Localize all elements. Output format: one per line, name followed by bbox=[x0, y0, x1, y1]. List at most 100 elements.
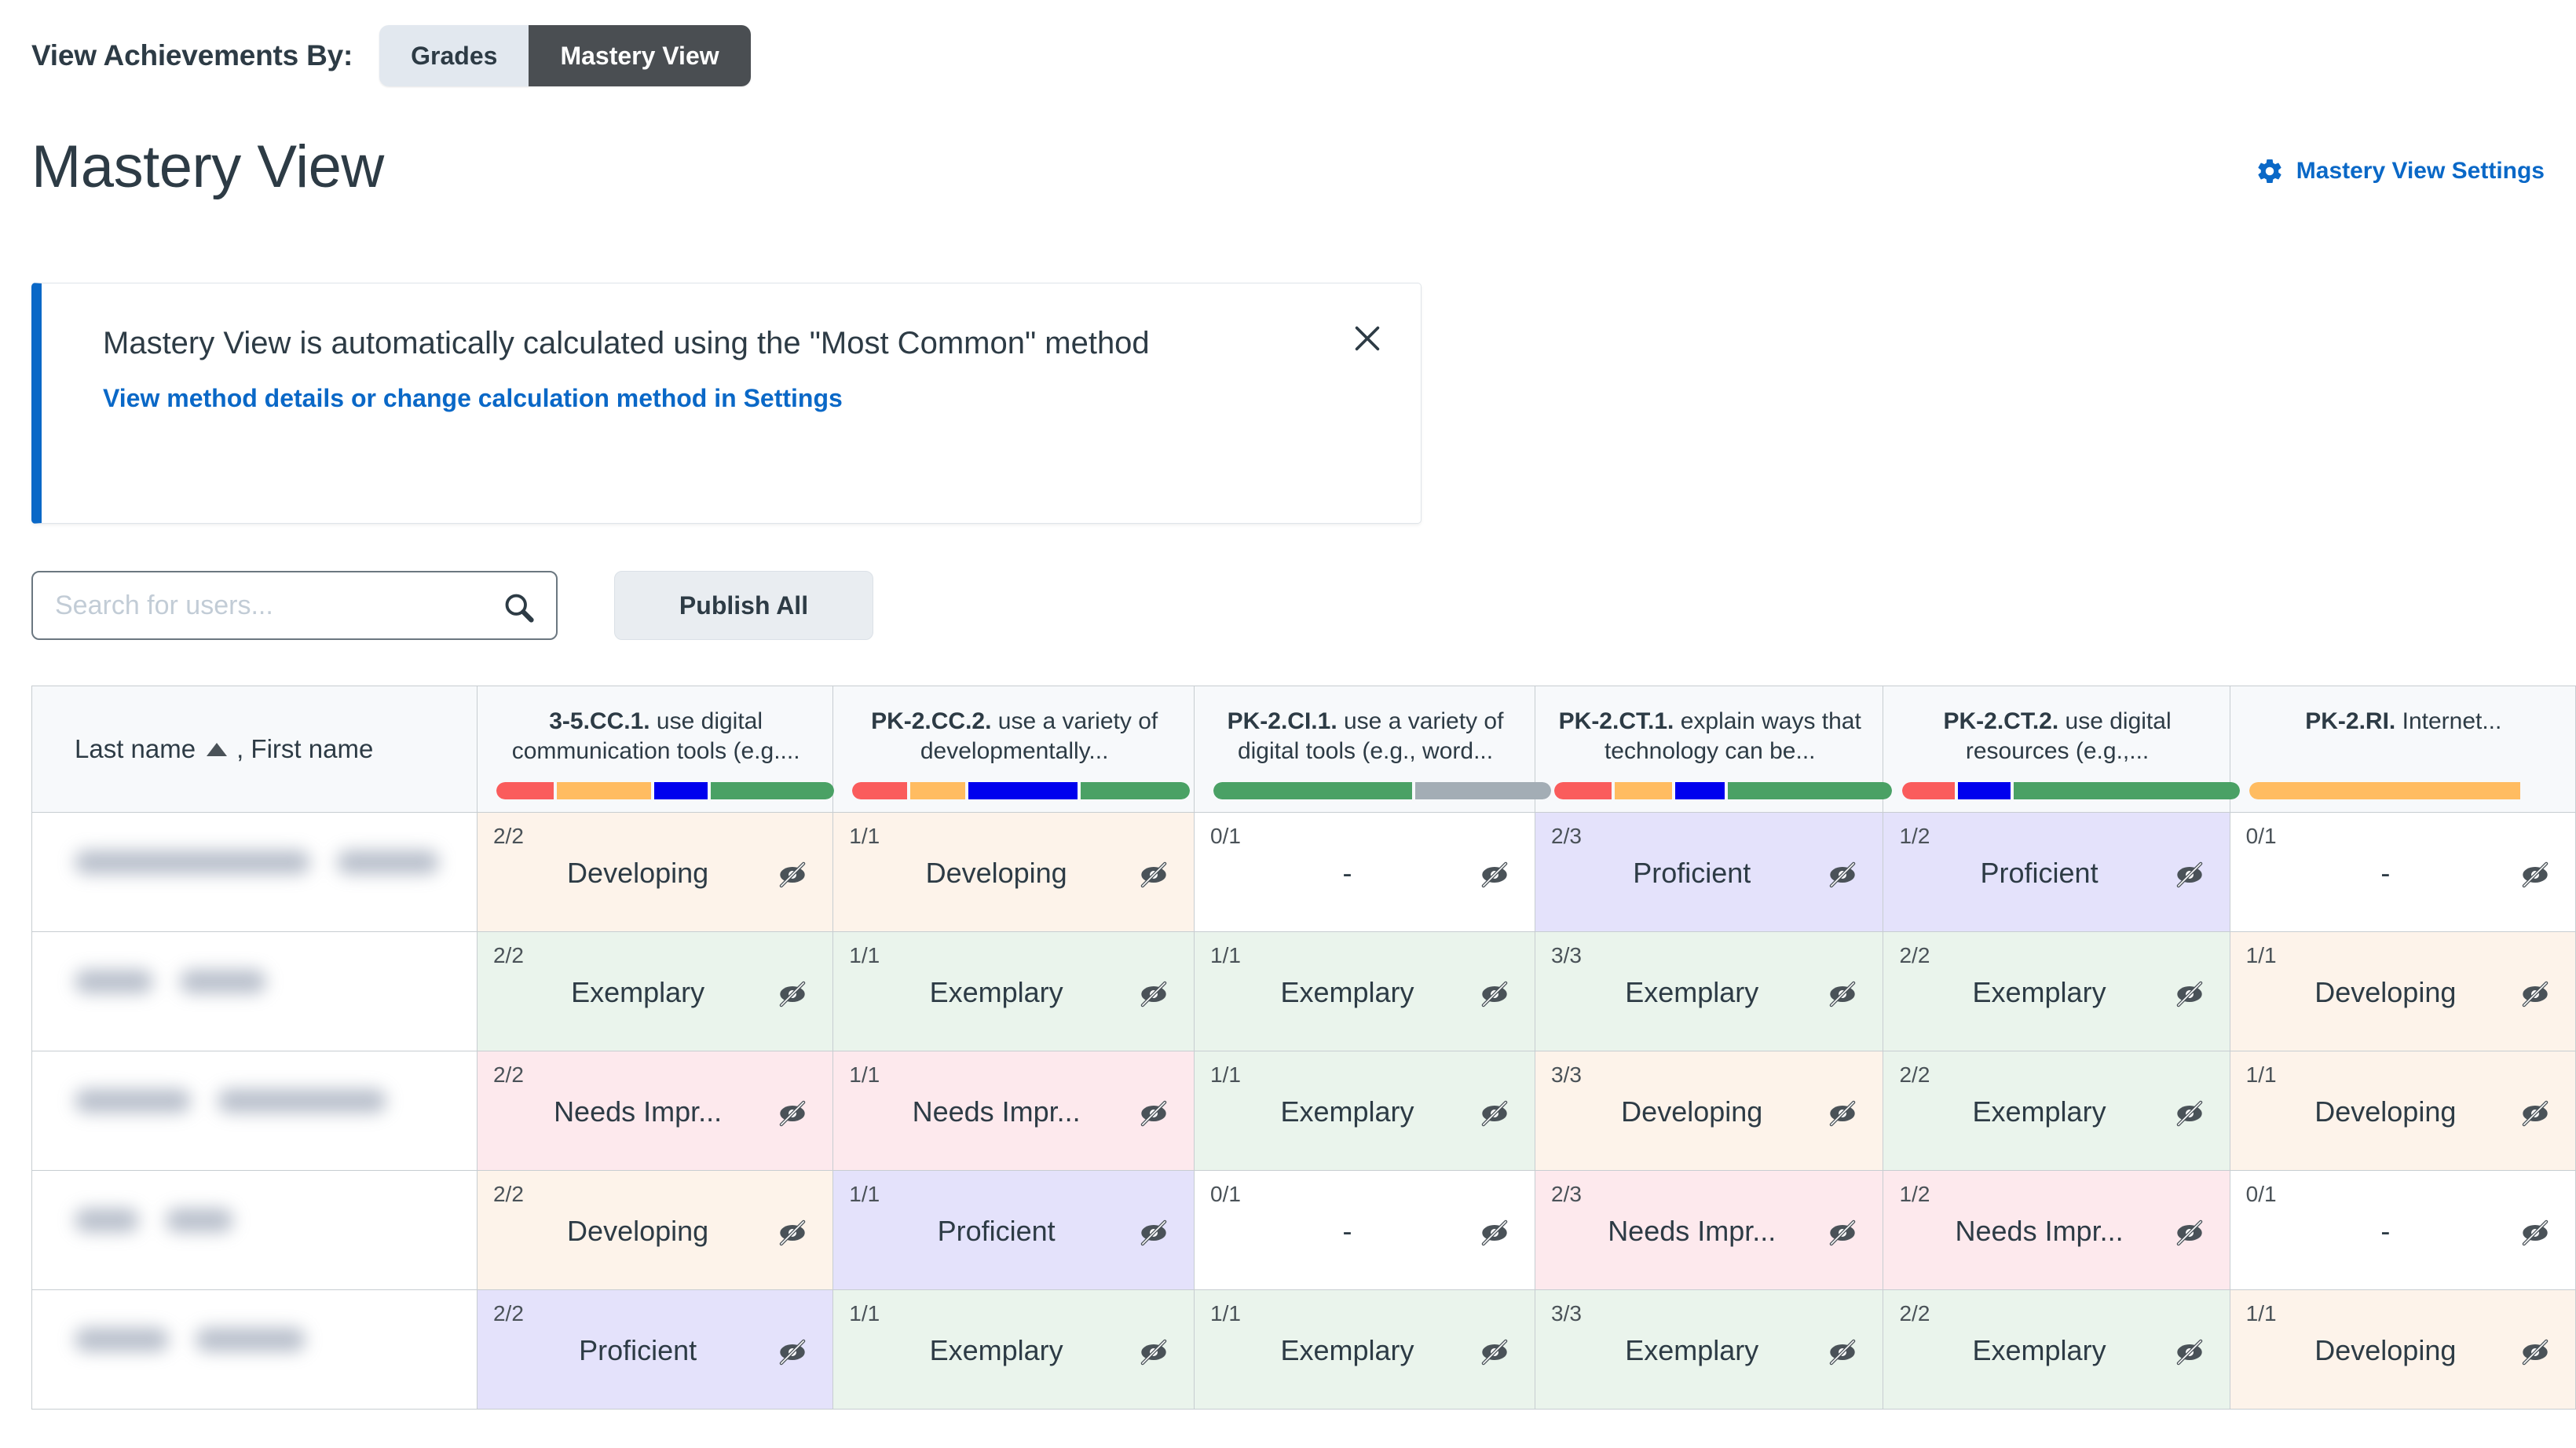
mastery-cell[interactable]: 1/1 Exemplary bbox=[832, 931, 1195, 1051]
eye-off-icon[interactable] bbox=[2172, 976, 2208, 1012]
search-users-box[interactable] bbox=[31, 571, 558, 640]
table-row[interactable]: 2/2 Exemplary 1/1 Exemplary 1/1 Exemplary 3… bbox=[32, 931, 2576, 1051]
search-input[interactable] bbox=[33, 572, 556, 638]
mastery-cell[interactable]: 1/2 Needs Impr... bbox=[1883, 1170, 2230, 1290]
mastery-cell-fraction: 2/2 bbox=[492, 1182, 524, 1206]
student-name-cell[interactable] bbox=[32, 1051, 478, 1171]
mastery-cell[interactable]: 1/1 Developing bbox=[2230, 1051, 2576, 1171]
column-header-standard[interactable]: PK-2.CC.2. use a variety of developmenta… bbox=[832, 686, 1195, 813]
rating-distribution-bar bbox=[496, 782, 834, 799]
eye-off-icon[interactable] bbox=[1476, 976, 1513, 1012]
mastery-cell[interactable]: 2/2 Needs Impr... bbox=[477, 1051, 834, 1171]
mastery-cell[interactable]: 1/1 Exemplary bbox=[1194, 1051, 1535, 1171]
mastery-cell-fraction: 1/1 bbox=[849, 824, 880, 848]
view-achievements-toggle-row: View Achievements By: Grades Mastery Vie… bbox=[0, 0, 2576, 94]
eye-off-icon[interactable] bbox=[774, 976, 810, 1012]
mastery-cell[interactable]: 2/2 Exemplary bbox=[1883, 931, 2230, 1051]
tab-grades[interactable]: Grades bbox=[379, 25, 529, 86]
mastery-cell[interactable]: 1/2 Proficient bbox=[1883, 812, 2230, 932]
table-row[interactable]: 2/2 Developing 1/1 Developing 0/1- 2/3 Prof… bbox=[32, 812, 2576, 932]
eye-off-icon[interactable] bbox=[1824, 976, 1861, 1012]
tab-mastery-view[interactable]: Mastery View bbox=[529, 25, 751, 86]
mastery-cell[interactable]: 1/1 Exemplary bbox=[832, 1289, 1195, 1410]
eye-off-icon[interactable] bbox=[2517, 1334, 2553, 1370]
column-header-standard[interactable]: 3-5.CC.1. use digital communication tool… bbox=[477, 686, 834, 813]
eye-off-icon[interactable] bbox=[1476, 857, 1513, 893]
eye-off-icon[interactable] bbox=[1136, 976, 1172, 1012]
column-header-standard[interactable]: PK-2.CT.2. use digital resources (e.g.,.… bbox=[1883, 686, 2241, 813]
mastery-cell[interactable]: 1/1 Exemplary bbox=[1194, 1289, 1535, 1410]
eye-off-icon[interactable] bbox=[1136, 1334, 1172, 1370]
eye-off-icon[interactable] bbox=[774, 1095, 810, 1132]
publish-all-button[interactable]: Publish All bbox=[614, 571, 873, 640]
rating-bar-segment bbox=[1213, 782, 1413, 799]
mastery-cell[interactable]: 1/1 Developing bbox=[832, 812, 1195, 932]
mastery-cell[interactable]: 2/2 Developing bbox=[477, 812, 834, 932]
mastery-cell[interactable]: 1/1 Developing bbox=[2230, 931, 2576, 1051]
redacted-student-name bbox=[75, 1208, 233, 1232]
mastery-view-settings-link[interactable]: Mastery View Settings bbox=[2256, 157, 2545, 185]
eye-off-icon[interactable] bbox=[1136, 1095, 1172, 1132]
column-header-standard[interactable]: PK-2.CI.1. use a variety of digital tool… bbox=[1194, 686, 1552, 813]
eye-off-icon[interactable] bbox=[2172, 1095, 2208, 1132]
table-row[interactable]: 2/2 Proficient 1/1 Exemplary 1/1 Exemplary … bbox=[32, 1289, 2576, 1410]
eye-off-icon[interactable] bbox=[774, 1215, 810, 1251]
eye-off-icon[interactable] bbox=[1476, 1215, 1513, 1251]
eye-off-icon[interactable] bbox=[1824, 857, 1861, 893]
eye-off-icon[interactable] bbox=[1824, 1095, 1861, 1132]
alert-settings-link[interactable]: View method details or change calculatio… bbox=[103, 384, 1366, 413]
mastery-cell[interactable]: 2/3 Needs Impr... bbox=[1535, 1170, 1884, 1290]
mastery-cell[interactable]: 0/1- bbox=[2230, 1170, 2576, 1290]
eye-off-icon[interactable] bbox=[1136, 857, 1172, 893]
mastery-cell[interactable]: 2/2 Proficient bbox=[477, 1289, 834, 1410]
eye-off-icon[interactable] bbox=[1476, 1095, 1513, 1132]
close-icon[interactable] bbox=[1345, 316, 1389, 360]
sort-ascending-caret-icon[interactable] bbox=[207, 742, 228, 756]
mastery-cell[interactable]: 1/1 Proficient bbox=[832, 1170, 1195, 1290]
student-name-cell[interactable] bbox=[32, 1170, 478, 1290]
eye-off-icon[interactable] bbox=[2172, 857, 2208, 893]
eye-off-icon[interactable] bbox=[2172, 1215, 2208, 1251]
eye-off-icon[interactable] bbox=[1824, 1334, 1861, 1370]
redaction-block bbox=[75, 1328, 169, 1351]
mastery-cell[interactable]: 2/2 Exemplary bbox=[1883, 1051, 2230, 1171]
eye-off-icon[interactable] bbox=[1136, 1215, 1172, 1251]
mastery-cell[interactable]: 0/1- bbox=[1194, 812, 1535, 932]
eye-off-icon[interactable] bbox=[2517, 1215, 2553, 1251]
mastery-cell-fraction: 1/1 bbox=[1210, 1301, 1241, 1326]
eye-off-icon[interactable] bbox=[2517, 1095, 2553, 1132]
mastery-cell[interactable]: 3/3 Developing bbox=[1535, 1051, 1884, 1171]
eye-off-icon[interactable] bbox=[2517, 976, 2553, 1012]
table-row[interactable]: 2/2 Developing 1/1 Proficient 0/1- 2/3 Need… bbox=[32, 1170, 2576, 1290]
redacted-student-name bbox=[75, 850, 439, 874]
mastery-cell[interactable]: 3/3 Exemplary bbox=[1535, 931, 1884, 1051]
mastery-cell[interactable]: 2/2 Exemplary bbox=[1883, 1289, 2230, 1410]
mastery-cell[interactable]: 2/2 Exemplary bbox=[477, 931, 834, 1051]
eye-off-icon[interactable] bbox=[2517, 857, 2553, 893]
student-name-cell[interactable] bbox=[32, 812, 478, 932]
view-mode-segmented-control[interactable]: Grades Mastery View bbox=[379, 25, 751, 86]
standard-code: PK-2.CT.1. bbox=[1558, 708, 1674, 734]
mastery-cell[interactable]: 2/2 Developing bbox=[477, 1170, 834, 1290]
mastery-cell[interactable]: 0/1- bbox=[1194, 1170, 1535, 1290]
column-header-student-name[interactable]: Last name , First name bbox=[32, 686, 478, 813]
student-name-cell[interactable] bbox=[32, 1289, 478, 1410]
eye-off-icon[interactable] bbox=[2172, 1334, 2208, 1370]
mastery-cell[interactable]: 1/1 Developing bbox=[2230, 1289, 2576, 1410]
mastery-cell[interactable]: 1/1 Exemplary bbox=[1194, 931, 1535, 1051]
mastery-table-wrapper[interactable]: Last name , First name 3-5.CC.1. use dig… bbox=[31, 686, 2576, 1410]
column-header-standard[interactable]: PK-2.CT.1. explain ways that technology … bbox=[1535, 686, 1892, 813]
mastery-cell[interactable]: 0/1- bbox=[2230, 812, 2576, 932]
table-row[interactable]: 2/2 Needs Impr... 1/1 Needs Impr... 1/1 Exe… bbox=[32, 1051, 2576, 1171]
column-header-standard[interactable]: PK-2.RI. Internet... bbox=[2230, 686, 2576, 813]
rating-distribution-bar bbox=[852, 782, 1191, 799]
eye-off-icon[interactable] bbox=[1476, 1334, 1513, 1370]
eye-off-icon[interactable] bbox=[774, 857, 810, 893]
eye-off-icon[interactable] bbox=[774, 1334, 810, 1370]
eye-off-icon[interactable] bbox=[1824, 1215, 1861, 1251]
mastery-cell[interactable]: 2/3 Proficient bbox=[1535, 812, 1884, 932]
mastery-cell[interactable]: 1/1 Needs Impr... bbox=[832, 1051, 1195, 1171]
student-name-cell[interactable] bbox=[32, 931, 478, 1051]
mastery-cell[interactable]: 3/3 Exemplary bbox=[1535, 1289, 1884, 1410]
last-name-label: Last name bbox=[75, 734, 196, 763]
